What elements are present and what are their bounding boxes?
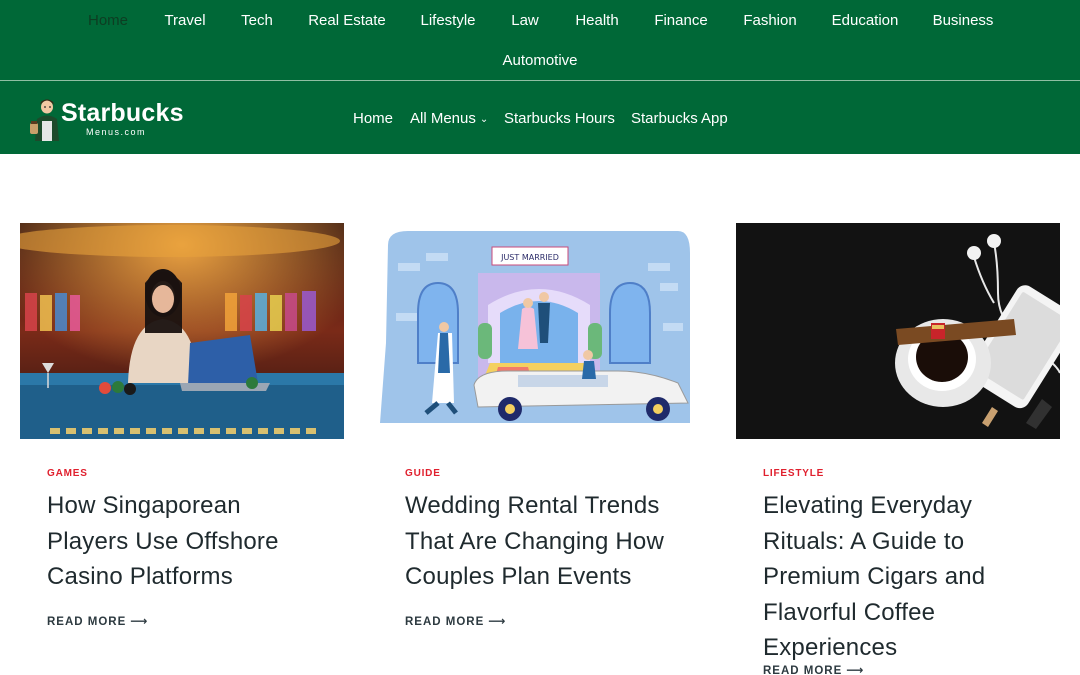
category-link-home[interactable]: Home [88,11,128,31]
read-more-label: READ MORE [405,616,485,628]
category-link-fashion[interactable]: Fashion [743,11,796,31]
category-link-real-estate[interactable]: Real Estate [308,11,386,31]
post-thumbnail-wedding[interactable]: JUST MARRIED [378,223,702,439]
category-link-business[interactable]: Business [933,11,994,31]
casino-woman-laptop-image [20,223,344,439]
arrow-right-icon: ⟶ [846,663,865,675]
category-link-tech[interactable]: Tech [241,11,273,31]
category-link-law[interactable]: Law [511,11,539,31]
post-category-link[interactable]: LIFESTYLE [763,468,824,479]
read-more-label: READ MORE [47,616,127,628]
read-more-link[interactable]: READ MORE ⟶ [47,614,148,628]
coffee-cigar-phone-image [736,223,1060,439]
wedding-limousine-illustration: JUST MARRIED [378,223,702,439]
post-thumbnail-coffee[interactable] [736,223,1060,439]
arrow-right-icon: ⟶ [488,614,507,628]
post-card: JUST MARRIED GUIDE Wedding Rental Trends… [378,223,702,675]
post-card: LIFESTYLE Elevating Everyday Rituals: A … [736,223,1060,675]
post-category-link[interactable]: GUIDE [405,468,441,479]
post-card: GAMES How Singaporean Players Use Offsho… [20,223,344,675]
post-title[interactable]: How Singaporean Players Use Offshore Cas… [47,488,327,595]
read-more-label: READ MORE [763,665,843,675]
category-link-education[interactable]: Education [832,11,899,31]
post-category-link[interactable]: GAMES [47,468,88,479]
category-nav: Home Travel Tech Real Estate Lifestyle L… [0,0,1080,80]
read-more-link[interactable]: READ MORE ⟶ [405,614,506,628]
nav-home[interactable]: Home [353,109,393,129]
category-link-finance[interactable]: Finance [654,11,707,31]
post-title[interactable]: Elevating Everyday Rituals: A Guide to P… [763,488,1043,666]
nav-all-menus[interactable]: All Menus ⌄ [410,109,488,130]
nav-all-menus-label: All Menus [410,110,476,127]
read-more-link[interactable]: READ MORE ⟶ [763,663,864,675]
site-header: Starbucks Menus.com Home All Menus ⌄ Star… [0,81,1080,154]
main-nav: Home All Menus ⌄ Starbucks Hours Starbuck… [0,109,1080,129]
category-link-travel[interactable]: Travel [164,11,205,31]
nav-starbucks-hours[interactable]: Starbucks Hours [504,109,615,129]
category-link-lifestyle[interactable]: Lifestyle [420,11,475,31]
nav-starbucks-app[interactable]: Starbucks App [631,109,728,129]
post-thumbnail-casino[interactable] [20,223,344,439]
category-link-health[interactable]: Health [575,11,618,31]
chevron-down-icon: ⌄ [479,114,489,125]
post-title[interactable]: Wedding Rental Trends That Are Changing … [405,488,685,595]
banner-text: JUST MARRIED [500,253,559,262]
arrow-right-icon: ⟶ [130,614,149,628]
category-link-automotive[interactable]: Automotive [502,51,577,71]
